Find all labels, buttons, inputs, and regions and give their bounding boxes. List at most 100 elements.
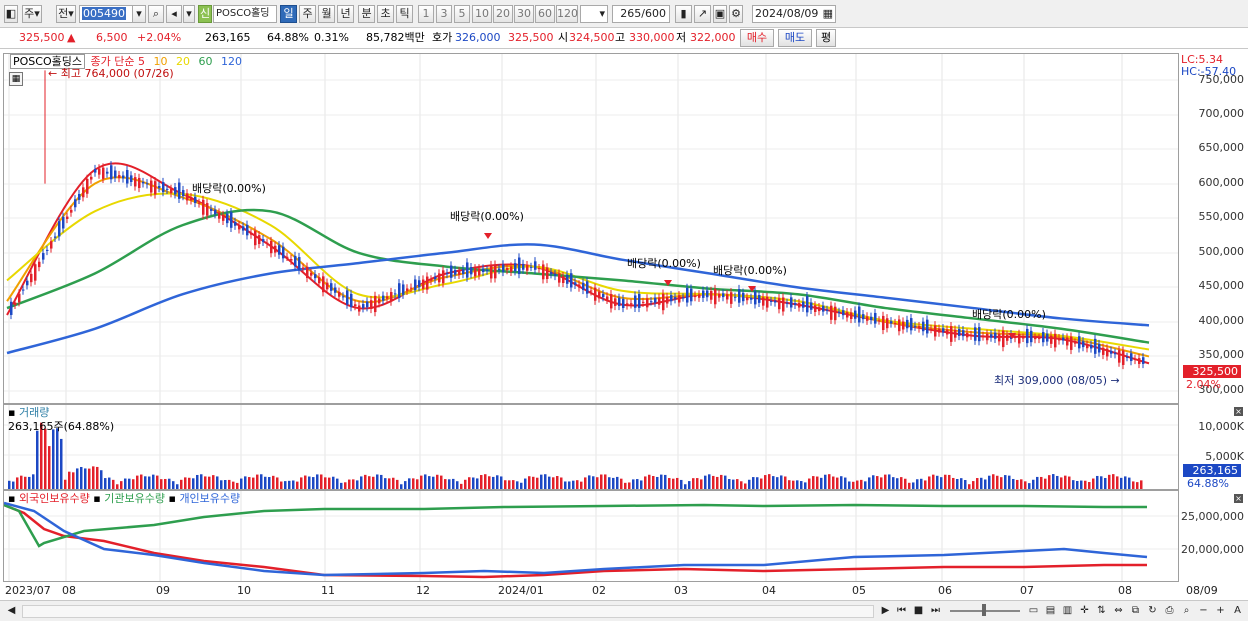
volume-chart[interactable] — [4, 405, 1178, 489]
candle-body — [1110, 350, 1113, 354]
scale-icon[interactable]: ⇅ — [1094, 603, 1109, 618]
interval-120[interactable]: 120 — [556, 5, 578, 23]
gear-icon[interactable]: ⚙ — [729, 5, 743, 23]
sell-button[interactable]: 매도 — [778, 29, 812, 47]
refresh-icon[interactable]: ↻ — [1145, 603, 1160, 618]
candle-body — [686, 287, 689, 303]
volume-bar — [732, 479, 735, 489]
x-tick: 11 — [321, 584, 335, 597]
volume-bar — [1000, 477, 1003, 489]
volume-bar — [668, 478, 671, 489]
scroll-right-icon[interactable]: ▶ — [878, 603, 893, 618]
candle-body — [310, 272, 313, 276]
crosshair-icon[interactable]: ✛ — [1077, 603, 1092, 618]
candle-body — [514, 263, 517, 272]
volume-bar — [1100, 476, 1103, 489]
price-panel: POSCO홀딩스 종가 단순 5 10 20 60 120 ← 최고 764,0… — [3, 53, 1179, 404]
tab-minute[interactable]: 분 — [358, 5, 375, 23]
candle-body — [694, 295, 697, 298]
period-short-select[interactable]: 주▾ — [22, 5, 42, 23]
volume-bar — [468, 477, 471, 489]
candle-body — [534, 261, 537, 270]
window-icon[interactable]: ◧ — [4, 5, 18, 23]
candle-body — [138, 177, 141, 189]
candle-body — [990, 334, 993, 338]
volume-bar — [400, 484, 403, 489]
interval-10[interactable]: 10 — [472, 5, 492, 23]
zoom-out-icon[interactable]: − — [1196, 603, 1211, 618]
font-size-icon[interactable]: A — [1230, 603, 1245, 618]
volume-bar — [484, 474, 487, 489]
scroll-track[interactable] — [22, 605, 874, 618]
x-tick: 06 — [938, 584, 952, 597]
tab-day[interactable]: 일 — [280, 5, 297, 23]
zoom-icon[interactable]: ⌕ — [1179, 603, 1194, 618]
stock-name[interactable]: POSCO홀딩스 — [213, 5, 277, 23]
chevron-down-icon[interactable]: ▾ — [132, 5, 146, 23]
print-icon[interactable]: ⎙ — [1162, 603, 1177, 618]
tab-tick[interactable]: 틱 — [396, 5, 413, 23]
interval-30[interactable]: 30 — [514, 5, 534, 23]
forward-icon[interactable]: ⏭ — [928, 603, 943, 618]
candle-body — [850, 312, 853, 320]
date-input[interactable]: 2024/08/09 ▦ — [752, 5, 836, 23]
volume-bar — [68, 471, 71, 489]
volume-bar — [648, 474, 651, 489]
stop-icon[interactable]: ■ — [911, 603, 926, 618]
candle-body — [18, 293, 21, 303]
draw-line-icon[interactable]: ↗ — [694, 5, 711, 23]
candle-body — [262, 239, 265, 242]
volume-bar — [800, 481, 803, 489]
interval-custom-select[interactable]: ▾ — [580, 5, 608, 23]
rewind-icon[interactable]: ⏮ — [894, 603, 909, 618]
open-price: 324,500 — [569, 31, 615, 44]
speaker-icon[interactable]: ◂ — [166, 5, 182, 23]
volume-bar — [272, 475, 275, 489]
scroll-left-icon[interactable]: ◀ — [4, 603, 19, 618]
volume-bar — [1072, 480, 1075, 489]
tab-year[interactable]: 년 — [337, 5, 354, 23]
price-chart[interactable] — [4, 54, 1178, 403]
tab-week[interactable]: 주 — [299, 5, 316, 23]
interval-5[interactable]: 5 — [454, 5, 470, 23]
candle-body — [738, 289, 741, 303]
volume-bar — [768, 474, 771, 489]
range-icon[interactable]: ⇔ — [1111, 603, 1126, 618]
interval-20[interactable]: 20 — [493, 5, 513, 23]
interval-1[interactable]: 1 — [418, 5, 434, 23]
tab-month[interactable]: 월 — [318, 5, 335, 23]
volume-bar — [424, 474, 427, 489]
save-icon[interactable]: ▣ — [713, 5, 727, 23]
copy-icon[interactable]: ⧉ — [1128, 603, 1143, 618]
tab-second[interactable]: 초 — [377, 5, 394, 23]
count-input[interactable]: 265/600 — [612, 5, 670, 23]
zoom-slider-handle[interactable] — [982, 604, 986, 616]
volume-bar — [568, 481, 571, 489]
eval-button[interactable]: 평 — [816, 29, 836, 47]
prev-select[interactable]: 전▾ — [56, 5, 76, 23]
close-icon[interactable]: × — [1234, 494, 1243, 503]
volume-bar — [132, 479, 135, 489]
candle-body — [1030, 330, 1033, 343]
candle-body — [802, 301, 805, 308]
volume-bar — [228, 479, 231, 489]
volume-bar — [240, 478, 243, 489]
candle-body — [282, 246, 285, 259]
candle-settings-icon[interactable]: ▮ — [675, 5, 692, 23]
zoom-in-icon[interactable]: + — [1213, 603, 1228, 618]
compare-icon[interactable]: ▥ — [1060, 603, 1075, 618]
grid-toggle-icon[interactable]: ▦ — [9, 72, 23, 86]
interval-60[interactable]: 60 — [535, 5, 555, 23]
scrollbar[interactable]: ◀ ▶ ⏮ ■ ⏭ ▭ ▤ ▥ ✛ ⇅ ⇔ ⧉ ↻ ⎙ ⌕ − + A — [0, 600, 1248, 621]
close-icon[interactable]: × — [1234, 407, 1243, 416]
interval-3[interactable]: 3 — [436, 5, 452, 23]
layout-icon[interactable]: ▭ — [1026, 603, 1041, 618]
volume-bar — [560, 477, 563, 489]
volume-bar — [388, 478, 391, 489]
chevron-down-icon[interactable]: ▾ — [183, 5, 195, 23]
candle-body — [910, 318, 913, 331]
search-icon[interactable]: ⌕ — [148, 5, 164, 23]
panel-icon[interactable]: ▤ — [1043, 603, 1058, 618]
buy-button[interactable]: 매수 — [740, 29, 774, 47]
volume-bar — [328, 477, 331, 489]
